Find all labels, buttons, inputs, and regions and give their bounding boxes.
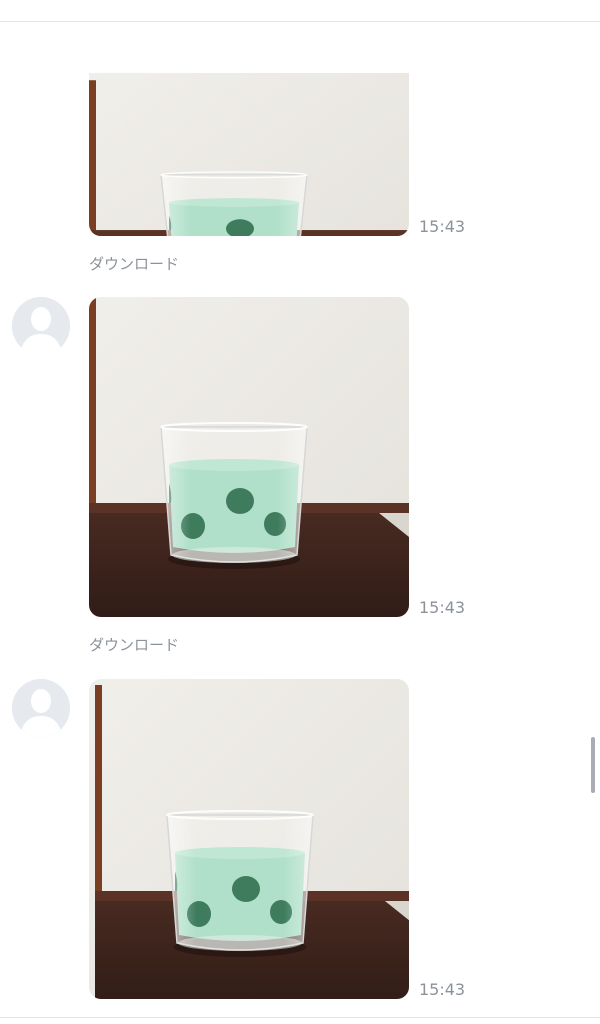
- image-message[interactable]: [89, 679, 409, 999]
- message-time: 15:43: [419, 980, 466, 999]
- download-link[interactable]: ダウンロード: [89, 255, 179, 273]
- download-link[interactable]: ダウンロード: [89, 636, 179, 654]
- image-message[interactable]: [89, 22, 409, 236]
- image-message[interactable]: [89, 297, 409, 617]
- chat-screen: 15:43 ダウンロード 15:43 ダウンロード 15:43: [0, 0, 600, 1024]
- glass-photo: [89, 297, 409, 617]
- default-user-icon: [12, 297, 70, 355]
- message-time: 15:43: [419, 598, 466, 617]
- avatar[interactable]: [12, 297, 70, 355]
- glass-photo: [89, 71, 409, 236]
- message-time: 15:43: [419, 217, 466, 236]
- avatar[interactable]: [12, 679, 70, 737]
- glass-photo: [89, 679, 409, 999]
- scrollbar[interactable]: [591, 737, 595, 793]
- bottom-divider: [0, 1017, 600, 1018]
- default-user-icon: [12, 679, 70, 737]
